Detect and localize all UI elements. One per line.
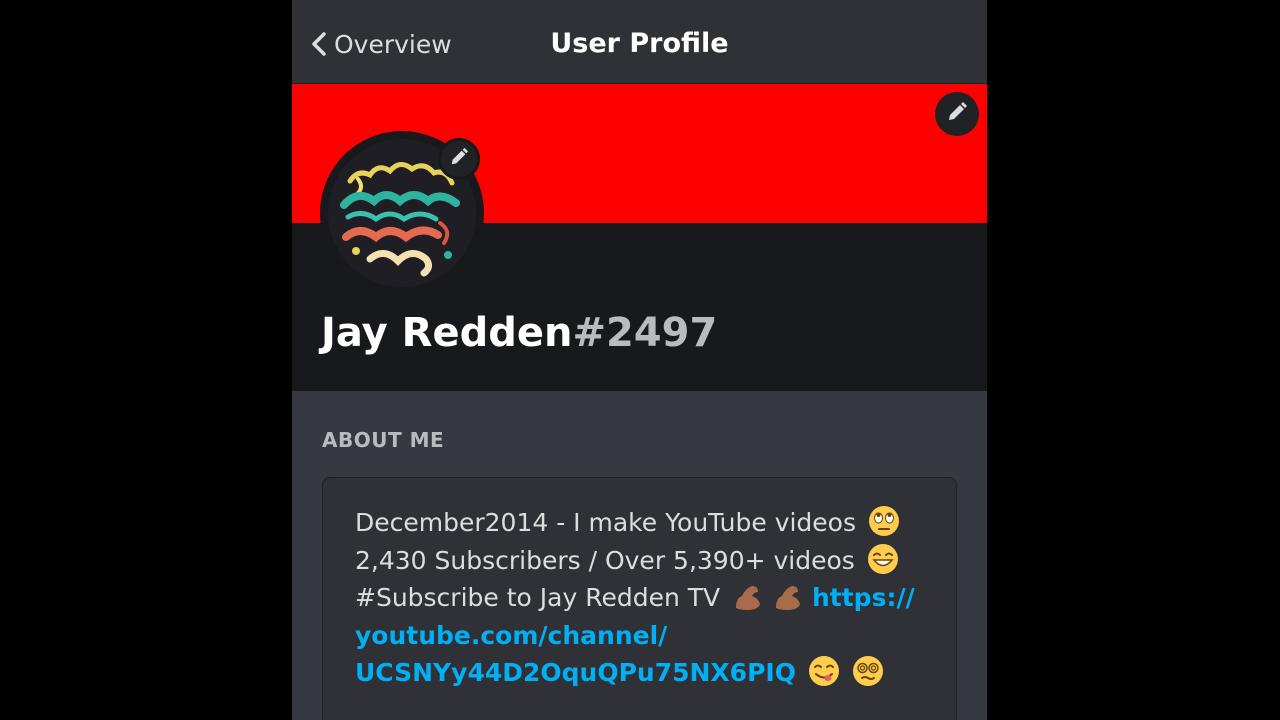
discriminator: #2497 bbox=[572, 310, 718, 356]
youtube-link-part-2[interactable]: youtube.com/channel/ bbox=[355, 621, 667, 650]
about-line-3: #Subscribe to Jay Redden TV https:// bbox=[355, 579, 935, 617]
flexed-biceps-icon bbox=[772, 580, 804, 623]
back-label: Overview bbox=[334, 29, 452, 59]
about-me-text: December2014 - I make YouTube videos 2,4… bbox=[355, 504, 935, 692]
top-bar: Overview User Profile bbox=[292, 0, 987, 84]
display-name: Jay Redden bbox=[321, 310, 573, 356]
youtube-link-part-3[interactable]: UCSNYy44D2OquQPu75NX6PIQ bbox=[355, 658, 796, 687]
yum-emoji-icon bbox=[808, 655, 840, 698]
dizzy-face-emoji-icon bbox=[852, 655, 884, 698]
about-line-3-text: #Subscribe to Jay Redden TV bbox=[355, 583, 721, 612]
about-line-2-text: 2,430 Subscribers / Over 5,390+ videos bbox=[355, 545, 855, 575]
edit-avatar-button[interactable] bbox=[438, 138, 480, 180]
about-me-heading: ABOUT ME bbox=[322, 428, 445, 452]
username: Jay Redden#2497 bbox=[321, 305, 717, 361]
chevron-left-icon bbox=[304, 24, 334, 64]
back-button[interactable]: Overview bbox=[304, 24, 452, 64]
about-line-2: 2,430 Subscribers / Over 5,390+ videos bbox=[355, 542, 935, 580]
profile-screen: Overview User Profile Jay Redden#2497 AB… bbox=[292, 0, 987, 720]
pencil-icon bbox=[449, 147, 469, 171]
edit-banner-button[interactable] bbox=[935, 92, 979, 136]
pencil-icon bbox=[946, 101, 968, 127]
flexed-biceps-icon bbox=[732, 580, 764, 623]
about-line-5: UCSNYy44D2OquQPu75NX6PIQ bbox=[355, 654, 935, 692]
about-line-4: youtube.com/channel/ bbox=[355, 617, 935, 655]
about-me-box: December2014 - I make YouTube videos 2,4… bbox=[322, 477, 957, 720]
youtube-link-part-1[interactable]: https:// bbox=[812, 583, 915, 612]
about-line-1: December2014 - I make YouTube videos bbox=[355, 504, 935, 542]
about-line-1-text: December2014 - I make YouTube videos bbox=[355, 508, 857, 537]
